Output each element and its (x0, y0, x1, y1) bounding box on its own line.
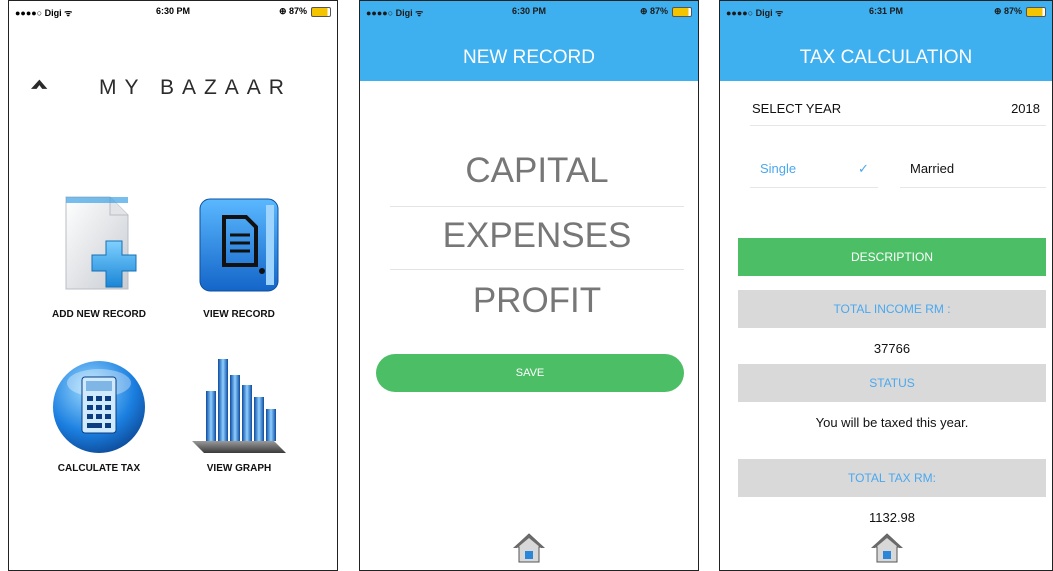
home-icon[interactable] (512, 531, 546, 565)
page-title: TAX CALCULATION (799, 47, 973, 68)
view-record-label: VIEW RECORD (203, 309, 275, 320)
battery-percent: ⊕ 87% (993, 6, 1022, 16)
battery-icon (672, 7, 692, 17)
status-header: STATUS (738, 364, 1046, 402)
year-selector[interactable]: 2018 (1011, 101, 1040, 116)
page-title: NEW RECORD (463, 47, 595, 68)
status-bar: ●●●●○ Digi ᯤ 6:31 PM ⊕ 87% (720, 1, 1052, 21)
tax-calculation-screen: ●●●●○ Digi ᯤ 6:31 PM ⊕ 87% TAX CALCULATI… (719, 0, 1053, 571)
save-button[interactable]: SAVE (376, 354, 684, 392)
header: ●●●●○ Digi ᯤ 6:30 PM ⊕ 87% NEW RECORD (360, 1, 698, 81)
tent-logo-icon (31, 79, 48, 89)
view-record-button[interactable]: VIEW RECORD (179, 191, 299, 331)
battery-icon (1026, 7, 1046, 17)
total-income-value: 37766 (873, 341, 911, 356)
app-logo-text: MY BAZAAR (99, 76, 292, 99)
home-screen: ●●●●○ Digi ᯤ 6:30 PM ⊕ 87% MY BAZAAR ADD… (8, 0, 338, 571)
header: ●●●●○ Digi ᯤ 6:31 PM ⊕ 87% TAX CALCULATI… (720, 1, 1052, 81)
home-icon[interactable] (870, 531, 904, 565)
divider (750, 187, 878, 188)
bar-graph-icon (192, 359, 286, 453)
battery-percent: ⊕ 87% (278, 6, 307, 16)
view-graph-label: VIEW GRAPH (206, 463, 272, 474)
total-income-header: TOTAL INCOME RM : (738, 290, 1046, 328)
calculator-icon (53, 361, 145, 453)
calculate-tax-label: CALCULATE TAX (57, 463, 141, 474)
new-record-screen: ●●●●○ Digi ᯤ 6:30 PM ⊕ 87% NEW RECORD CA… (359, 0, 699, 571)
view-record-icon (199, 198, 279, 292)
profit-option[interactable]: PROFIT (390, 281, 684, 343)
battery-icon (311, 7, 331, 17)
description-header: DESCRIPTION (738, 238, 1046, 276)
battery-percent: ⊕ 87% (639, 6, 668, 16)
select-year-label: SELECT YEAR (752, 101, 842, 116)
view-graph-button[interactable]: VIEW GRAPH (179, 351, 299, 491)
check-icon: ✓ (858, 161, 869, 176)
married-option[interactable]: Married (910, 161, 954, 176)
total-tax-header: TOTAL TAX RM: (738, 459, 1046, 497)
divider (390, 269, 684, 270)
divider (750, 125, 1046, 126)
capital-option[interactable]: CAPITAL (390, 151, 684, 213)
divider (390, 206, 684, 207)
add-document-icon (65, 196, 137, 290)
single-option[interactable]: Single (760, 161, 796, 176)
status-bar: ●●●●○ Digi ᯤ 6:30 PM ⊕ 87% (9, 1, 337, 21)
total-tax-value: 1132.98 (868, 510, 916, 525)
add-new-record-label: ADD NEW RECORD (52, 309, 146, 320)
status-value: You will be taxed this year. (815, 415, 969, 430)
divider (900, 187, 1046, 188)
status-bar: ●●●●○ Digi ᯤ 6:30 PM ⊕ 87% (360, 1, 698, 21)
calculate-tax-button[interactable]: CALCULATE TAX (39, 351, 159, 491)
add-new-record-button[interactable]: ADD NEW RECORD (39, 191, 159, 331)
